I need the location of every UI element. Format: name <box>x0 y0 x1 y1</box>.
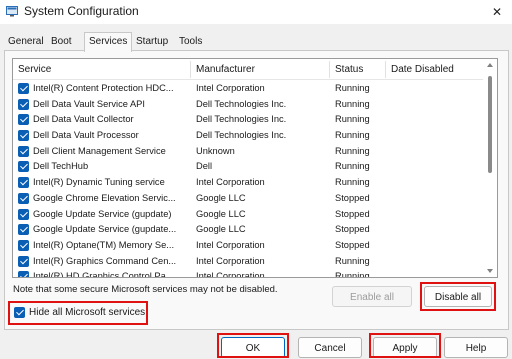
service-status: Running <box>335 177 370 188</box>
service-manufacturer: Dell Technologies Inc. <box>196 114 287 125</box>
list-header: Service Manufacturer Status Date Disable… <box>13 59 483 80</box>
service-checkbox[interactable] <box>18 98 29 110</box>
services-list[interactable]: Service Manufacturer Status Date Disable… <box>12 58 498 278</box>
scroll-up-icon[interactable] <box>487 63 493 67</box>
column-header-status[interactable]: Status <box>330 59 385 79</box>
table-row[interactable]: Dell Data Vault Service API Dell Technolo… <box>13 97 483 113</box>
service-name: Intel(R) Optane(TM) Memory Se... <box>33 239 175 250</box>
service-manufacturer: Dell Technologies Inc. <box>196 98 287 109</box>
service-status: Running <box>335 114 370 125</box>
service-checkbox[interactable] <box>18 271 29 277</box>
service-status: Running <box>335 255 370 266</box>
service-name: Google Update Service (gupdate... <box>33 224 177 235</box>
title-bar: System Configuration ✕ <box>0 0 512 24</box>
service-status: Stopped <box>335 208 370 219</box>
service-status: Running <box>335 145 370 156</box>
table-row[interactable]: Intel(R) HD Graphics Control Pa... Intel … <box>13 269 483 278</box>
table-row[interactable]: Google Chrome Elevation Servic... Google … <box>13 191 483 207</box>
service-rows: Intel(R) Content Protection HDC... Intel … <box>13 81 483 278</box>
table-row[interactable]: Google Update Service (gupdate... Google … <box>13 222 483 238</box>
table-row[interactable]: Dell TechHub Dell Running <box>13 159 483 175</box>
table-row[interactable]: Intel(R) Content Protection HDC... Intel … <box>13 81 483 97</box>
highlight-box <box>217 333 289 358</box>
service-name: Intel(R) Graphics Command Cen... <box>33 255 177 266</box>
table-row[interactable]: Dell Data Vault Collector Dell Technologi… <box>13 112 483 128</box>
service-checkbox[interactable] <box>18 114 29 126</box>
service-checkbox[interactable] <box>18 83 29 94</box>
service-checkbox[interactable] <box>18 208 29 220</box>
service-checkbox[interactable] <box>18 145 29 157</box>
service-status: Stopped <box>335 239 370 250</box>
table-row[interactable]: Intel(R) Graphics Command Cen... Intel Co… <box>13 254 483 270</box>
service-checkbox[interactable] <box>18 255 29 267</box>
service-checkbox[interactable] <box>18 177 29 189</box>
services-note: Note that some secure Microsoft services… <box>13 284 278 295</box>
vertical-scrollbar[interactable] <box>483 59 497 277</box>
close-icon[interactable]: ✕ <box>482 0 512 24</box>
column-header-manufacturer[interactable]: Manufacturer <box>191 59 326 79</box>
service-status: Running <box>335 161 370 172</box>
service-name: Google Update Service (gupdate) <box>33 208 172 219</box>
service-name: Dell TechHub <box>33 161 89 172</box>
service-name: Dell Data Vault Processor <box>33 130 139 141</box>
tab-startup[interactable]: Startup <box>132 34 172 50</box>
service-manufacturer: Intel Corporation <box>196 239 265 250</box>
system-config-icon <box>6 6 18 17</box>
tab-services[interactable]: Services <box>84 32 133 52</box>
highlight-box <box>369 333 441 358</box>
table-row[interactable]: Dell Client Management Service Unknown Run… <box>13 144 483 160</box>
service-manufacturer: Dell Technologies Inc. <box>196 130 287 141</box>
tab-bar: General Boot Services Startup Tools <box>0 32 512 52</box>
service-checkbox[interactable] <box>18 239 29 251</box>
tab-general[interactable]: General <box>4 34 48 50</box>
table-row[interactable]: Dell Data Vault Processor Dell Technologi… <box>13 128 483 144</box>
service-name: Dell Data Vault Service API <box>33 98 145 109</box>
service-manufacturer: Unknown <box>196 145 235 156</box>
highlight-box <box>420 282 496 311</box>
service-name: Intel(R) HD Graphics Control Pa... <box>33 271 174 278</box>
tab-boot[interactable]: Boot <box>47 34 76 50</box>
service-manufacturer: Google LLC <box>196 224 246 235</box>
service-status: Stopped <box>335 224 370 235</box>
service-name: Intel(R) Content Protection HDC... <box>33 83 174 93</box>
service-name: Dell Client Management Service <box>33 145 166 156</box>
service-checkbox[interactable] <box>18 161 29 173</box>
service-status: Running <box>335 98 370 109</box>
highlight-box <box>8 301 148 325</box>
service-status: Stopped <box>335 192 370 203</box>
column-header-date-disabled[interactable]: Date Disabled <box>386 59 481 79</box>
scroll-down-icon[interactable] <box>487 269 493 273</box>
enable-all-button[interactable]: Enable all <box>332 286 412 307</box>
service-manufacturer: Intel Corporation <box>196 271 265 278</box>
service-status: Running <box>335 83 370 93</box>
table-row[interactable]: Intel(R) Optane(TM) Memory Se... Intel Co… <box>13 238 483 254</box>
service-checkbox[interactable] <box>18 192 29 204</box>
cancel-button[interactable]: Cancel <box>298 337 362 358</box>
window-title: System Configuration <box>24 4 139 18</box>
service-status: Running <box>335 130 370 141</box>
service-manufacturer: Dell <box>196 161 213 172</box>
service-manufacturer: Google LLC <box>196 208 246 219</box>
service-name: Intel(R) Dynamic Tuning service <box>33 177 165 188</box>
service-manufacturer: Google LLC <box>196 192 246 203</box>
scroll-thumb[interactable] <box>488 76 492 173</box>
column-header-service[interactable]: Service <box>13 59 190 79</box>
table-row[interactable]: Google Update Service (gupdate) Google LL… <box>13 207 483 223</box>
service-checkbox[interactable] <box>18 224 29 236</box>
service-name: Dell Data Vault Collector <box>33 114 134 125</box>
service-manufacturer: Intel Corporation <box>196 83 265 93</box>
table-row[interactable]: Intel(R) Dynamic Tuning service Intel Cor… <box>13 175 483 191</box>
service-manufacturer: Intel Corporation <box>196 255 265 266</box>
service-name: Google Chrome Elevation Servic... <box>33 192 176 203</box>
tab-tools[interactable]: Tools <box>175 34 206 50</box>
service-manufacturer: Intel Corporation <box>196 177 265 188</box>
service-checkbox[interactable] <box>18 130 29 142</box>
service-status: Running <box>335 271 370 278</box>
help-button[interactable]: Help <box>444 337 508 358</box>
